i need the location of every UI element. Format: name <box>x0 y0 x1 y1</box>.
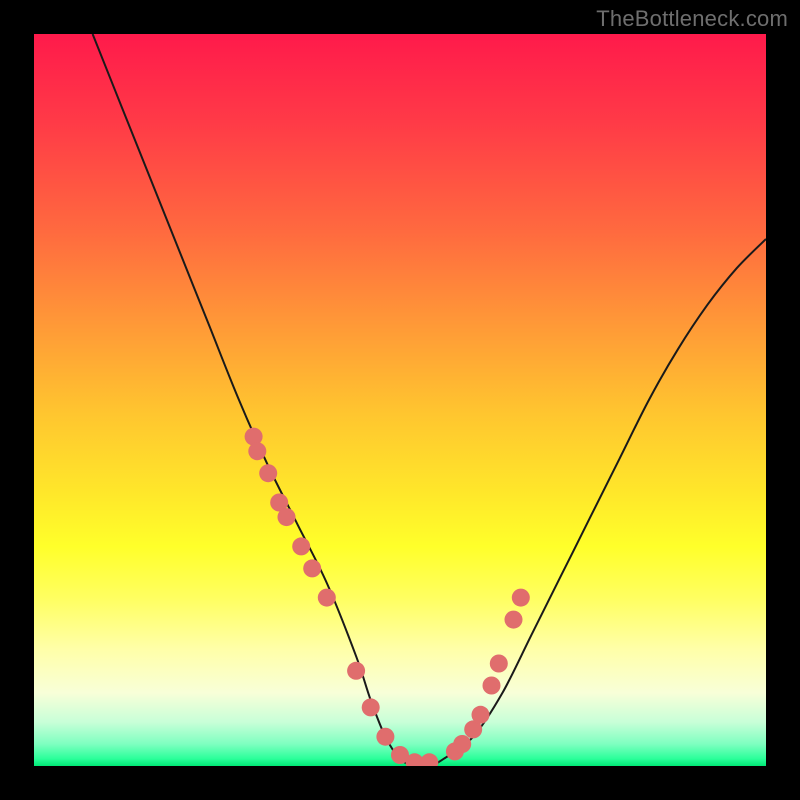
highlight-marker <box>362 698 380 716</box>
highlight-marker <box>512 589 530 607</box>
highlight-marker <box>292 537 310 555</box>
highlight-marker <box>318 589 336 607</box>
highlight-marker <box>248 442 266 460</box>
bottleneck-curve <box>93 34 766 766</box>
highlight-marker <box>505 611 523 629</box>
highlight-marker <box>303 559 321 577</box>
highlight-markers <box>245 428 530 766</box>
curve-svg <box>34 34 766 766</box>
highlight-marker <box>278 508 296 526</box>
highlight-marker <box>472 706 490 724</box>
plot-area <box>34 34 766 766</box>
highlight-marker <box>483 677 501 695</box>
watermark-text: TheBottleneck.com <box>596 6 788 32</box>
highlight-marker <box>347 662 365 680</box>
highlight-marker <box>490 655 508 673</box>
highlight-marker <box>376 728 394 746</box>
highlight-marker <box>453 735 471 753</box>
highlight-marker <box>420 753 438 766</box>
highlight-marker <box>259 464 277 482</box>
chart-frame: TheBottleneck.com <box>0 0 800 800</box>
